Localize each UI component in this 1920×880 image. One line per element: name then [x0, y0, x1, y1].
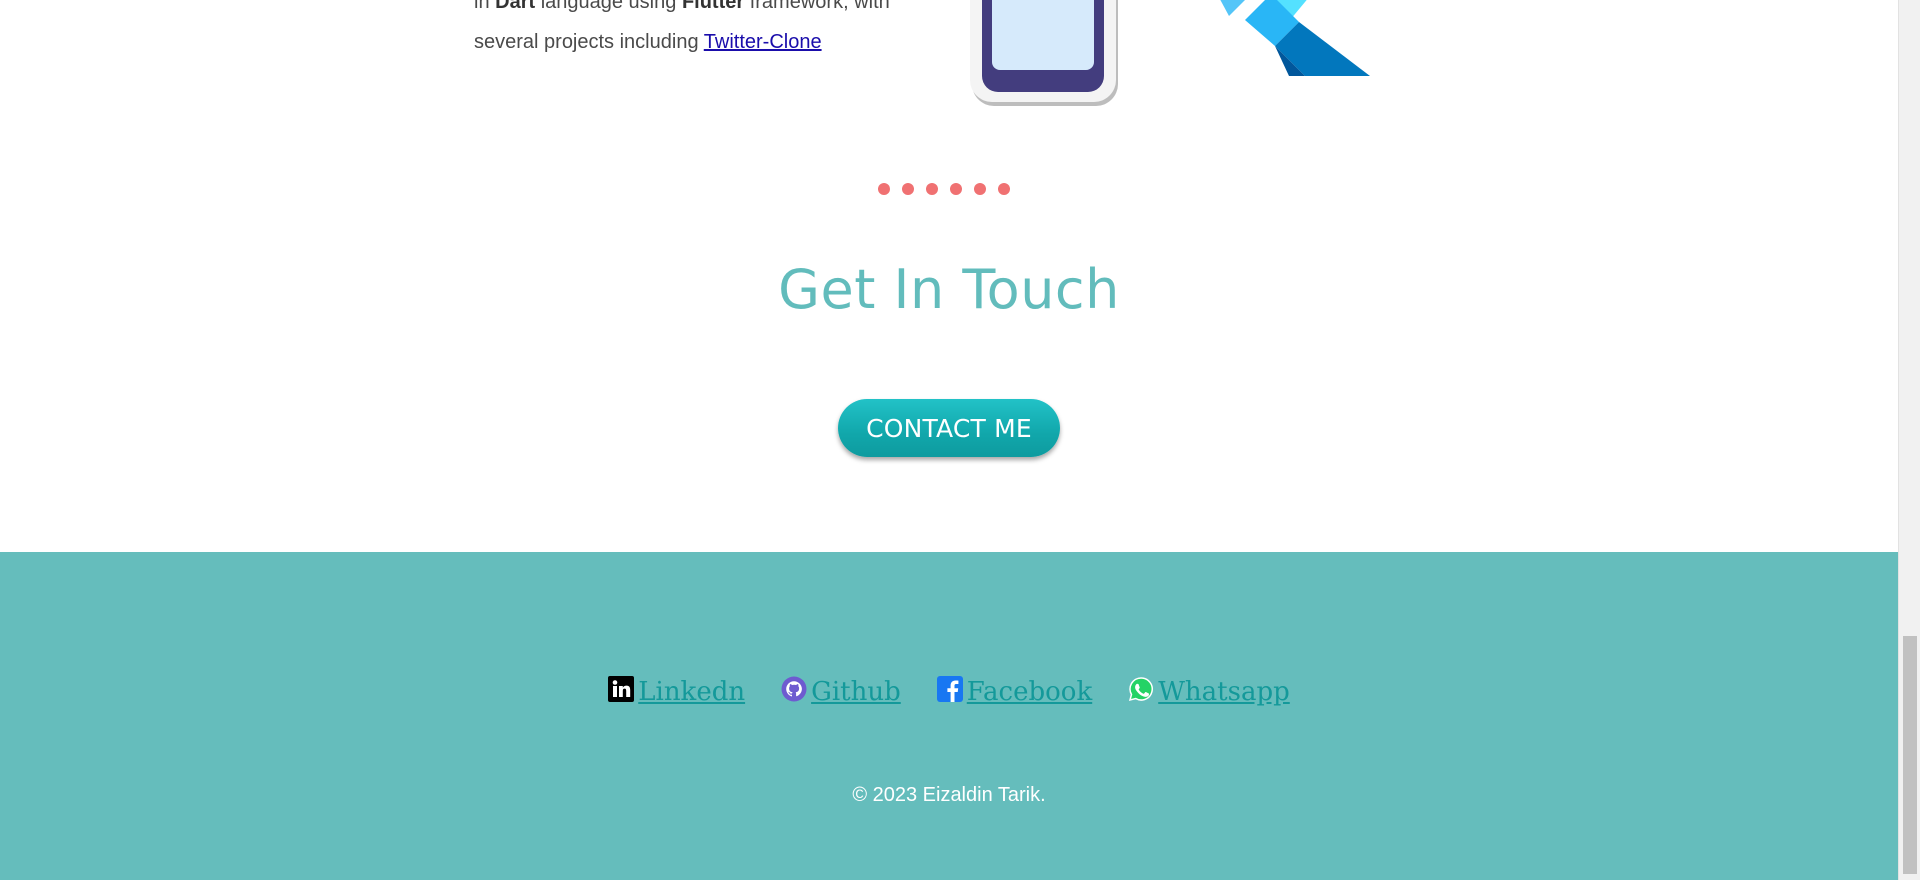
- section-divider-dots: [878, 183, 1010, 197]
- whatsapp-icon: [1128, 676, 1154, 702]
- lang-text: Dart: [495, 0, 536, 13]
- text: several projects including: [474, 31, 704, 53]
- phone-illustration: [970, 0, 1118, 106]
- get-in-touch-heading: Get In Touch: [778, 258, 1120, 321]
- whatsapp-link[interactable]: Whatsapp: [1128, 677, 1290, 707]
- vertical-scrollbar[interactable]: [1898, 0, 1920, 880]
- linkedin-label: Linkedn: [638, 677, 746, 707]
- twitter-clone-link[interactable]: Twitter-Clone: [704, 31, 822, 53]
- divider-dot: [974, 183, 986, 195]
- github-icon: [781, 676, 807, 702]
- divider-dot: [902, 183, 914, 195]
- project-description: in Dart language using Flutter framework…: [474, 0, 904, 62]
- facebook-icon: [936, 676, 963, 702]
- text: language using: [535, 0, 682, 13]
- divider-dot: [998, 183, 1010, 195]
- facebook-link[interactable]: Facebook: [936, 676, 1093, 707]
- facebook-label: Facebook: [966, 677, 1093, 707]
- page: in Dart language using Flutter framework…: [0, 0, 1898, 880]
- copyright-text: © 2023 Eizaldin Tarik.: [852, 784, 1046, 806]
- divider-dot: [950, 183, 962, 195]
- linkedin-link[interactable]: Linkedn: [608, 676, 746, 707]
- flutter-logo-icon: [1220, 0, 1370, 76]
- footer: Linkedn Github Facebook Whatsapp © 2023 …: [0, 552, 1898, 880]
- framework-text: Flutter: [681, 0, 745, 13]
- text: in: [474, 0, 496, 13]
- divider-dot: [878, 183, 890, 195]
- scrollbar-thumb[interactable]: [1903, 636, 1917, 874]
- contact-me-button[interactable]: CONTACT ME: [838, 399, 1060, 457]
- whatsapp-label: Whatsapp: [1158, 677, 1290, 707]
- social-links: Linkedn Github Facebook Whatsapp: [0, 676, 1898, 707]
- divider-dot: [926, 183, 938, 195]
- text: framework, with: [744, 0, 890, 13]
- github-link[interactable]: Github: [781, 676, 901, 707]
- github-label: Github: [811, 677, 901, 707]
- linkedin-icon: [608, 676, 635, 702]
